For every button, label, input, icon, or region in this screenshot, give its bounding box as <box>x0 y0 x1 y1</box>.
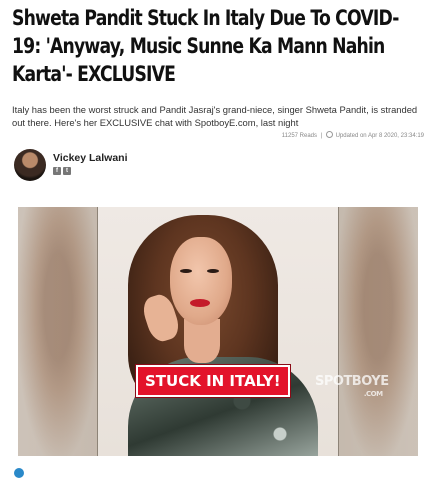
hero-image: STUCK IN ITALY! SPOTBOYE .COM <box>18 207 418 456</box>
photo-lips <box>190 299 210 307</box>
facebook-icon[interactable]: f <box>53 167 61 175</box>
photo-face <box>170 237 232 325</box>
hero-photo <box>98 207 338 456</box>
photo-frame-left <box>97 207 98 456</box>
photo-eye-right <box>207 269 219 273</box>
author-social-links: f t <box>53 167 71 175</box>
author-name[interactable]: Vickey Lalwani <box>53 152 128 164</box>
article-headline: Shweta Pandit Stuck In Italy Due To COVI… <box>12 6 399 86</box>
author-avatar[interactable] <box>14 149 46 181</box>
photo-neck <box>184 319 220 363</box>
watermark-sub: .COM <box>363 390 383 398</box>
reads-count: 11257 Reads <box>281 133 318 139</box>
meta-separator: | <box>320 133 323 139</box>
spotboye-watermark: SPOTBOYE .COM <box>315 374 389 400</box>
article-meta: 11257 Reads | Updated on Apr 8 2020, 23:… <box>0 131 424 139</box>
hero-blur-right <box>338 207 418 456</box>
clock-icon <box>325 131 333 138</box>
photo-eye-left <box>180 269 192 273</box>
watermark-text: SPOTBOYE <box>315 374 389 389</box>
twitter-icon[interactable]: t <box>63 167 71 175</box>
article-summary: Italy has been the worst struck and Pand… <box>12 104 418 128</box>
next-section-icon <box>14 468 24 478</box>
photo-frame-right <box>338 207 339 456</box>
updated-timestamp: Updated on Apr 8 2020, 23:34:19 <box>335 133 424 139</box>
stuck-in-italy-stamp: STUCK IN ITALY! <box>136 365 290 397</box>
hero-blur-left <box>18 207 98 456</box>
